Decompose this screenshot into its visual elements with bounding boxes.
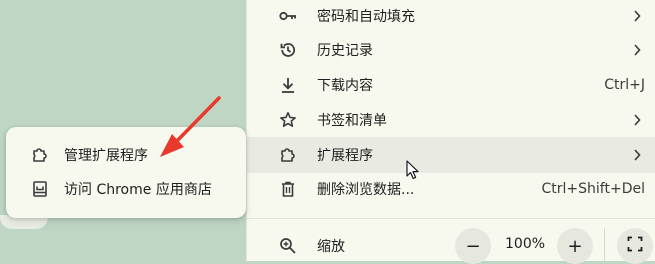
- mouse-cursor-icon: [406, 160, 419, 180]
- annotation-arrow: [160, 96, 221, 157]
